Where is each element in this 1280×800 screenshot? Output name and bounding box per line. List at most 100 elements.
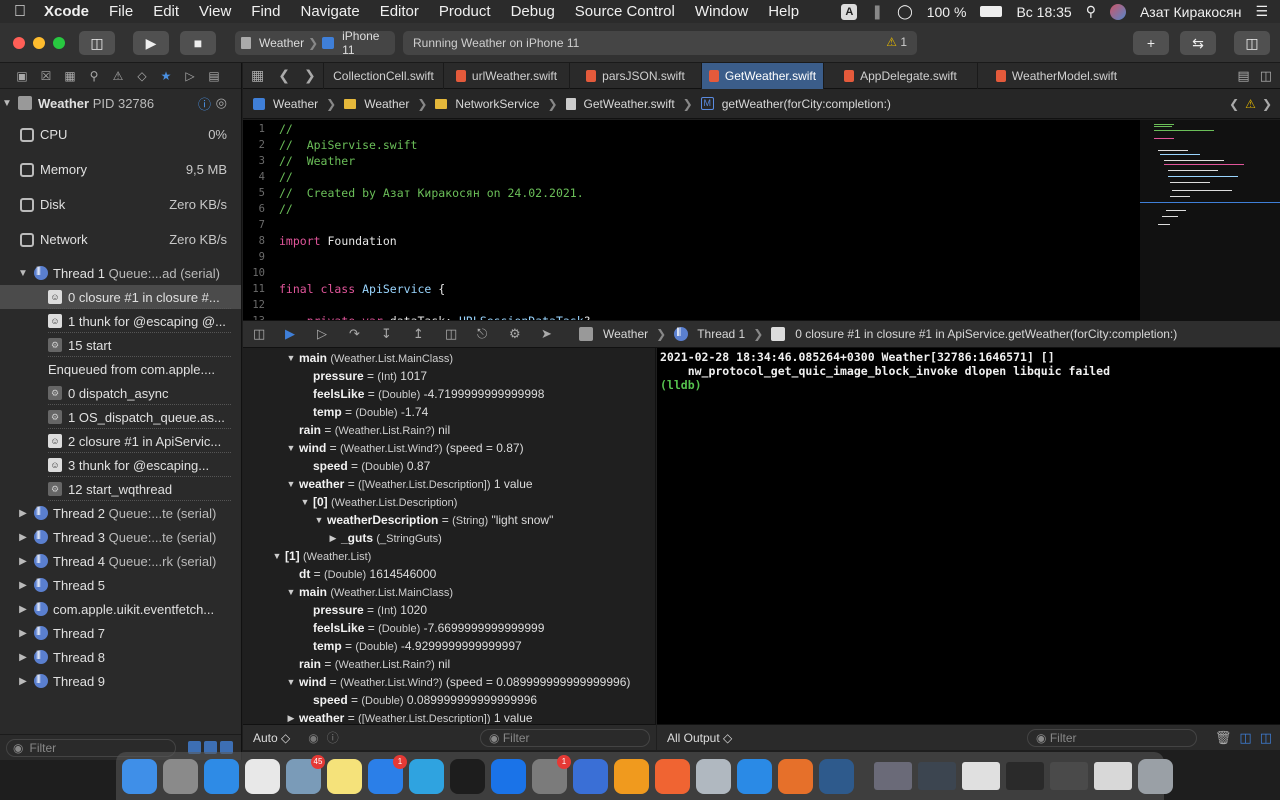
wifi-icon[interactable]: ◯ [897,3,913,20]
menu-debug[interactable]: Debug [501,3,565,20]
disclosure-icon[interactable]: ▶ [16,532,30,543]
editor-tab[interactable]: CollectionCell.swift [323,63,443,89]
variable-row[interactable]: ▼ weather = ([Weather.List.Description]) … [287,475,533,493]
disclosure-icon[interactable]: ▶ [285,709,297,724]
thread-row[interactable]: ▶ Thread 2 Queue:...te (serial) [0,501,241,525]
source-control-icon[interactable]: ☒ [34,69,58,83]
variable-row[interactable]: feelsLike = (Double) -4.7199999999999998 [313,385,544,403]
scheme-selector[interactable]: Weather ❯ iPhone 11 [235,29,395,57]
editor-options-icon[interactable]: ▤ [1237,68,1249,84]
gauge-row-memory[interactable]: Memory 9,5 MB [0,152,241,187]
stack-frame-row[interactable]: ☺ 1 thunk for @escaping @... [0,309,241,333]
menu-find[interactable]: Find [241,3,290,20]
disclosure-icon[interactable]: ▼ [285,673,297,691]
disclosure-icon[interactable]: ▼ [285,349,297,367]
previous-issue-icon[interactable]: ❮ [1229,97,1239,111]
menu-editor[interactable]: Editor [370,3,429,20]
stack-frame-row[interactable]: ⚙ 15 start [0,333,241,357]
console-filter-field[interactable]: ◉ Filter [1027,729,1197,747]
variables-scope-selector[interactable]: Auto ◇ [253,731,290,745]
minimap[interactable] [1140,120,1280,320]
code-review-button[interactable]: ⇆ [1180,31,1216,55]
variable-row[interactable]: speed = (Double) 0.089999999999999996 [313,691,537,709]
variable-row[interactable]: ▼ [1] (Weather.List) [273,547,372,565]
thread-row[interactable]: ▶ Thread 7 [0,621,241,645]
variable-row[interactable]: ▼ main (Weather.List.MainClass) [287,349,454,367]
thread-row[interactable]: ▶ com.apple.uikit.eventfetch... [0,597,241,621]
bluetooth-icon[interactable]: ❚ [871,3,883,20]
disclosure-icon[interactable]: ▼ [285,475,297,493]
variable-row[interactable]: ▼ [0] (Weather.List.Description) [301,493,458,511]
inspector-toggle-button[interactable]: ◫ [1234,31,1270,55]
disclosure-icon[interactable]: ▶ [16,508,30,519]
breakpoints-toggle-icon[interactable]: ▶ [285,326,317,342]
disclosure-icon[interactable]: ▼ [271,547,283,565]
sidebar-toggle-button[interactable]: ◫ [79,31,115,55]
menu-source-control[interactable]: Source Control [565,3,685,20]
disclosure-icon[interactable]: ▶ [16,604,30,615]
variable-row[interactable]: rain = (Weather.List.Rain?) nil [299,655,450,673]
dock-sublime-text-icon[interactable] [614,758,649,794]
variable-row[interactable]: rain = (Weather.List.Rain?) nil [299,421,450,439]
thread-row[interactable]: ▶ Thread 5 [0,573,241,597]
debug-crumb-thread[interactable]: Thread 1 [697,327,745,341]
stack-frame-row[interactable]: ☺ 3 thunk for @escaping... [0,453,241,477]
stack-frame-row[interactable]: ☺ 0 closure #1 in closure #... [0,285,241,309]
gauge-row-disk[interactable]: Disk Zero KB/s [0,187,241,222]
notification-center-icon[interactable]: ☰ [1255,3,1268,20]
variable-row[interactable]: pressure = (Int) 1020 [313,601,427,619]
run-button[interactable]: ▶ [133,31,169,55]
variable-row[interactable]: dt = (Double) 1614546000 [299,565,436,583]
stop-button[interactable]: ■ [180,31,216,55]
add-editor-icon[interactable]: ◫ [1260,68,1272,84]
issue-navigator-icon[interactable]: ⚠ [106,69,130,83]
stack-frame-row[interactable]: ⚙ 1 OS_dispatch_queue.as... [0,405,241,429]
continue-icon[interactable]: ▷ [317,326,349,342]
info-icon[interactable]: ⓘ [198,94,211,113]
stack-frame-row[interactable]: ⚙ 12 start_wqthread [0,477,241,501]
disclosure-icon[interactable]: ▼ [313,511,325,529]
step-out-icon[interactable]: ↥ [413,326,445,342]
dock-terminal-icon[interactable] [450,758,485,794]
disclosure-icon[interactable]: ▶ [16,652,30,663]
trash-icon[interactable]: 🗑 [1215,730,1232,746]
editor-tab[interactable]: AppDelegate.swift [823,63,977,89]
project-navigator-icon[interactable]: ▣ [10,69,34,83]
dock-image-capture-icon[interactable] [696,758,731,794]
variable-row[interactable]: ▶ weather = ([Weather.List.Description]) … [288,709,533,724]
battery-status[interactable]: 100 % [927,4,967,20]
dock-window-thumb-1-icon[interactable] [874,762,912,790]
app-menu[interactable]: Xcode [40,3,99,20]
menu-file[interactable]: File [99,3,143,20]
hide-debug-area-icon[interactable]: ◫ [253,326,285,342]
disclosure-icon[interactable]: ▶ [16,628,30,639]
symbol-navigator-icon[interactable]: ▦ [58,69,82,83]
disclosure-icon[interactable]: ▼ [285,583,297,601]
menu-navigate[interactable]: Navigate [290,3,369,20]
quick-look-icon[interactable]: ◉ [308,731,318,745]
dock-system-preferences-icon[interactable]: 1 [532,754,571,794]
dock-swift-playgrounds-icon[interactable] [655,758,690,794]
apple-menu-icon[interactable]:  [0,3,40,21]
variable-row[interactable]: ▼ wind = (Weather.List.Wind?) (speed = 0.… [287,673,631,691]
dock-telegram-icon[interactable] [409,758,444,794]
menu-help[interactable]: Help [758,3,809,20]
thread-row[interactable]: ▶ Thread 3 Queue:...te (serial) [0,525,241,549]
variable-row[interactable]: speed = (Double) 0.87 [313,457,430,475]
dock-window-thumb-5-icon[interactable] [1050,762,1088,790]
report-navigator-icon[interactable]: ▤ [202,69,226,83]
disclosure-icon[interactable]: ▶ [16,676,30,687]
editor-tab[interactable]: WeatherModel.swift [977,63,1135,89]
dock-instruments-icon[interactable] [573,758,608,794]
jump-file[interactable]: GetWeather.swift [584,97,675,111]
thread-row[interactable]: ▼ Thread 1 Queue:...ad (serial) [0,261,241,285]
dock-window-thumb-4-icon[interactable] [1006,762,1044,790]
dock-chrome-icon[interactable] [245,758,280,794]
split-left-icon[interactable]: ◫ [1239,730,1251,746]
next-issue-icon[interactable]: ❯ [1262,97,1272,111]
stack-frame-row[interactable]: ☺ 2 closure #1 in ApiServic... [0,429,241,453]
console-output[interactable]: 2021-02-28 18:34:46.085264+0300 Weather[… [657,348,1280,724]
thread-row[interactable]: ▶ Thread 9 [0,669,241,693]
dock-rocket-icon[interactable] [778,758,813,794]
step-into-icon[interactable]: ↧ [381,326,413,342]
